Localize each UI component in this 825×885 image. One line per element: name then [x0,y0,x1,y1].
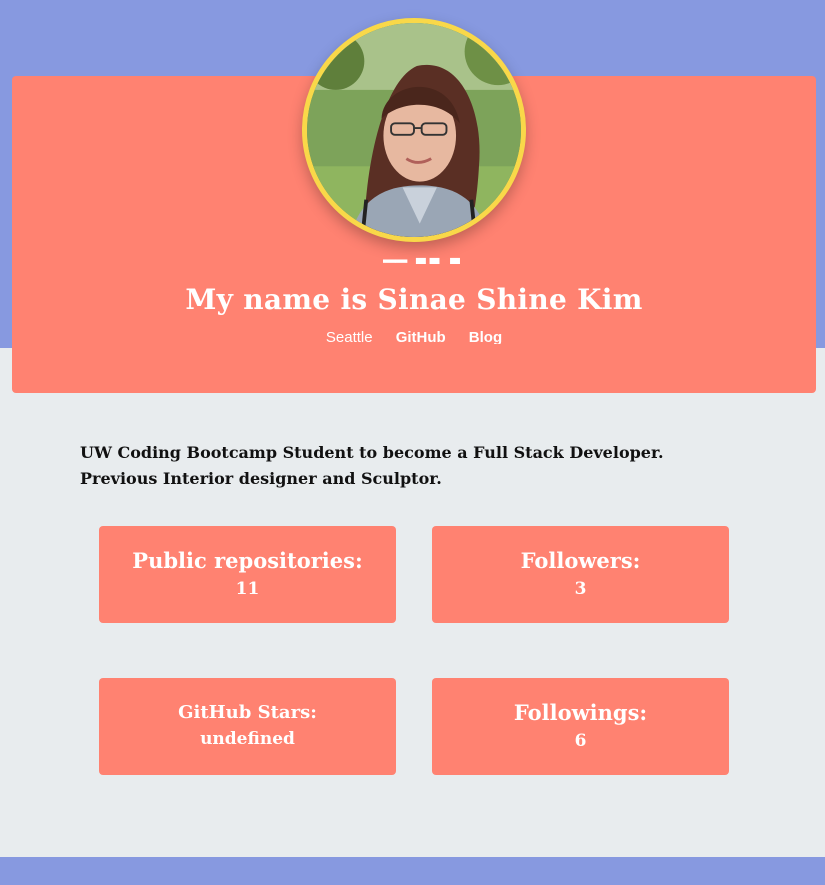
profile-bio: UW Coding Bootcamp Student to become a F… [80,440,720,492]
clipped-heading-fragment: ━━ ▪▪ ▪ [383,257,467,264]
followings-card: Followings: 6 [432,678,729,775]
stat-label: Followings: [513,700,648,725]
bio-line: UW Coding Bootcamp Student to become a F… [80,443,664,462]
stat-value: 11 [235,579,260,599]
blog-link[interactable]: Blog [469,329,502,344]
followers-card: Followers: 3 [432,526,729,623]
bio-line: Previous Interior designer and Sculptor. [80,469,442,488]
stat-label: Public repositories: [132,548,363,573]
stat-label: GitHub Stars: [178,702,317,723]
location-text: Seattle [325,329,373,344]
github-link[interactable]: GitHub [396,329,446,344]
stat-value: 3 [574,579,587,599]
stat-value: 6 [574,731,587,751]
profile-name: My name is Sinae Shine Kim [185,283,643,316]
profile-links: Seattle GitHub Blog [12,328,816,344]
stat-value: undefined [200,729,295,749]
stat-label: Followers: [520,548,641,573]
public-repos-card: Public repositories: 11 [99,526,396,623]
github-stars-card: GitHub Stars: undefined [99,678,396,775]
profile-avatar [302,18,526,242]
footer-band [0,857,825,885]
